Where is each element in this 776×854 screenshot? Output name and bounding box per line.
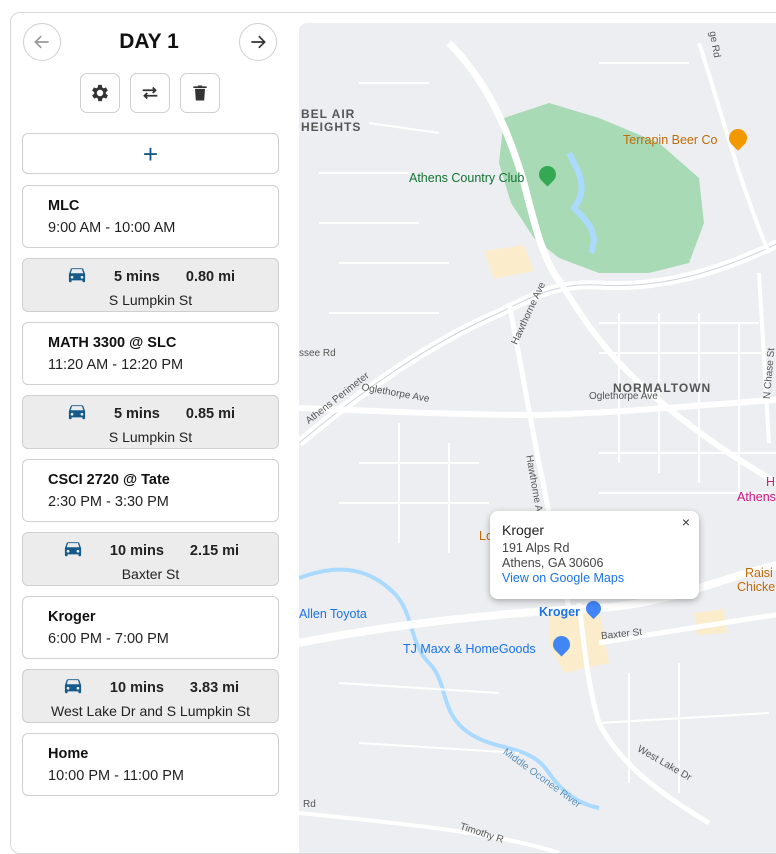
event-name: MLC <box>48 198 80 214</box>
gear-icon <box>92 84 108 102</box>
car-icon <box>62 540 84 563</box>
sandy-area <box>484 245 534 279</box>
road-label: Rd <box>303 799 316 810</box>
swap-arrows-icon <box>142 86 158 100</box>
event-name: Home <box>48 746 89 762</box>
country-club-park <box>499 103 704 273</box>
travel-card[interactable]: 5 mins 0.85 mi S Lumpkin St <box>22 395 279 449</box>
poi-label-kroger[interactable]: Kroger <box>539 605 580 619</box>
travel-street: S Lumpkin St <box>108 292 193 308</box>
travel-duration: 10 mins <box>109 543 164 559</box>
travel-card[interactable]: 10 mins 3.83 mi West Lake Dr and S Lumpkin… <box>22 669 279 723</box>
info-address-line2: Athens, GA 30606 <box>502 556 604 570</box>
event-time: 10:00 PM - 11:00 PM <box>48 768 184 784</box>
car-icon <box>62 677 84 700</box>
travel-street: West Lake Dr and S Lumpkin St <box>51 703 250 719</box>
travel-distance: 0.85 mi <box>185 406 236 422</box>
travel-duration: 10 mins <box>109 680 164 696</box>
travel-distance: 0.80 mi <box>185 269 236 285</box>
car-icon <box>66 403 88 426</box>
place-label: Raisi <box>745 566 773 580</box>
previous-day-button[interactable] <box>23 23 61 61</box>
arrow-right-icon <box>251 35 266 49</box>
event-card[interactable]: MATH 3300 @ SLC 11:20 AM - 12:20 PM <box>22 322 279 385</box>
timothy-road <box>299 811 560 853</box>
event-card[interactable]: Kroger 6:00 PM - 7:00 PM <box>22 596 279 659</box>
info-address-line1: 191 Alps Rd <box>502 541 570 555</box>
event-time: 9:00 AM - 10:00 AM <box>48 220 176 236</box>
settings-button[interactable] <box>80 73 120 113</box>
delete-button[interactable] <box>180 73 220 113</box>
travel-card[interactable]: 10 mins 2.15 mi Baxter St <box>22 532 279 586</box>
place-label: Athens <box>737 490 776 504</box>
arrow-left-icon <box>34 35 49 49</box>
poi-label-tj-maxx[interactable]: TJ Maxx & HomeGoods <box>403 642 536 656</box>
road-label: Oglethorpe Ave <box>589 391 658 402</box>
place-label: H <box>766 475 776 489</box>
oglethorpe-road <box>299 396 776 419</box>
event-time: 6:00 PM - 7:00 PM <box>48 631 169 647</box>
event-name: Kroger <box>48 609 96 625</box>
itinerary-panel: DAY 1 + MLC 9:00 AM - 10:00 AM 5 mins 0.80 … <box>11 13 297 837</box>
info-title: Kroger <box>502 522 545 538</box>
place-label: HEIGHTS <box>301 120 362 134</box>
close-icon[interactable]: × <box>677 513 695 531</box>
swap-button[interactable] <box>130 73 170 113</box>
travel-duration: 5 mins <box>113 269 160 285</box>
travel-distance: 3.83 mi <box>189 680 240 696</box>
ne-road <box>697 42 771 254</box>
event-card[interactable]: MLC 9:00 AM - 10:00 AM <box>22 185 279 248</box>
event-name: MATH 3300 @ SLC <box>48 335 177 351</box>
day-title: DAY 1 <box>119 30 179 53</box>
view-on-google-maps-link[interactable]: View on Google Maps <box>502 571 699 585</box>
app-frame: DAY 1 + MLC 9:00 AM - 10:00 AM 5 mins 0.80 … <box>10 12 776 854</box>
event-time: 2:30 PM - 3:30 PM <box>48 494 169 510</box>
info-window: Kroger 191 Alps Rd Athens, GA 30606 View… <box>490 511 699 599</box>
event-time: 11:20 AM - 12:20 PM <box>48 357 184 373</box>
next-day-button[interactable] <box>239 23 277 61</box>
map-view[interactable]: BEL AIR HEIGHTS Terrapin Beer Co Athens … <box>299 23 776 853</box>
event-card[interactable]: CSCI 2720 @ Tate 2:30 PM - 3:30 PM <box>22 459 279 522</box>
event-card[interactable]: Home 10:00 PM - 11:00 PM <box>22 733 279 796</box>
travel-distance: 2.15 mi <box>189 543 240 559</box>
place-label: BEL AIR <box>301 107 356 121</box>
travel-street: Baxter St <box>121 566 180 582</box>
car-icon <box>66 266 88 289</box>
map-canvas <box>299 40 776 853</box>
travel-card[interactable]: 5 mins 0.80 mi S Lumpkin St <box>22 258 279 312</box>
poi-label-allen-toyota[interactable]: Allen Toyota <box>299 607 367 621</box>
place-label: Chicke <box>737 580 776 594</box>
event-name: CSCI 2720 @ Tate <box>48 472 170 488</box>
travel-street: S Lumpkin St <box>108 429 193 445</box>
travel-duration: 5 mins <box>113 406 160 422</box>
poi-label-terrapin[interactable]: Terrapin Beer Co <box>623 133 718 147</box>
road-label: ssee Rd <box>299 348 336 359</box>
add-event-button[interactable]: + <box>22 133 279 174</box>
poi-label-country-club[interactable]: Athens Country Club <box>409 171 524 185</box>
trash-icon <box>193 85 207 101</box>
